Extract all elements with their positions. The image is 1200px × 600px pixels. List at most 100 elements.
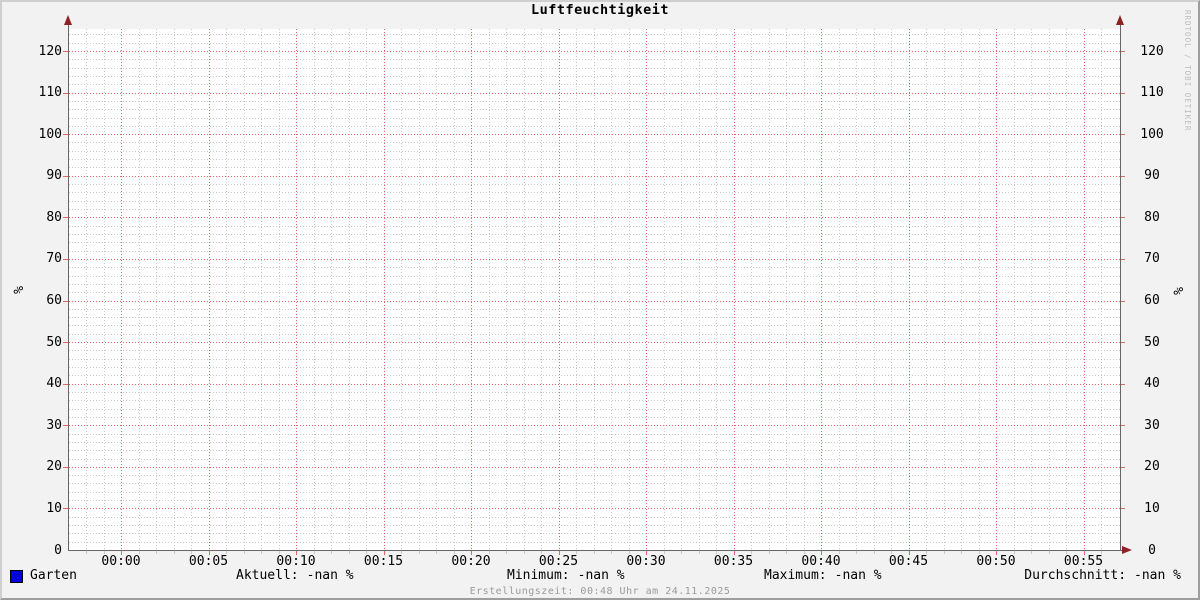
y-tick-label: 90 (46, 168, 62, 184)
y-tick-label: 110 (1140, 85, 1164, 101)
minor-vgridline (838, 29, 840, 550)
minor-vgridline (611, 29, 612, 550)
stat-aktuell-value: -nan % (306, 568, 354, 583)
minor-vgridline (681, 29, 682, 550)
minor-vgridline (348, 29, 350, 550)
stat-maximum-value: -nan % (834, 568, 882, 583)
rrdtool-watermark: RRDTOOL / TOBI OETIKER (1183, 10, 1192, 132)
major-vgridline (996, 29, 997, 550)
major-vgridline (471, 29, 472, 550)
minor-vgridline (261, 29, 262, 550)
y-tick-label: 80 (46, 209, 62, 225)
y-axis-right-line (1120, 20, 1121, 551)
minor-vgridline (436, 29, 437, 550)
major-hgridline (63, 425, 1125, 427)
y-tick-label: 100 (38, 126, 62, 142)
y-tick-label: 0 (1148, 542, 1156, 558)
y-tick-label: 60 (46, 293, 62, 308)
minor-vgridline (628, 29, 630, 550)
minor-vgridline (331, 29, 332, 550)
y-tick-label: 60 (1144, 293, 1160, 308)
y-tick-label: 50 (46, 334, 62, 350)
major-vgridline (733, 29, 735, 550)
minor-vgridline (961, 29, 962, 550)
x-tick-label: 00:05 (188, 554, 229, 569)
minor-vgridline (488, 29, 490, 550)
y-tick-label: 80 (1144, 209, 1160, 225)
y-tick-label: 40 (46, 376, 62, 392)
minor-vgridline (1048, 29, 1050, 550)
major-vgridline (208, 29, 210, 550)
minor-vgridline (978, 29, 980, 550)
minor-vgridline (1013, 29, 1015, 550)
minor-vgridline (156, 29, 157, 550)
minor-vgridline (803, 29, 805, 550)
minor-tick-bottom (418, 551, 420, 554)
y-axis-left-arrow-icon (64, 15, 72, 25)
minor-vgridline (453, 29, 455, 550)
stat-minimum-value: -nan % (577, 568, 625, 583)
x-tick-label: 00:20 (451, 554, 491, 569)
y-tick-label: 30 (46, 417, 62, 433)
minor-vgridline (401, 29, 402, 550)
minor-vgridline (523, 29, 525, 550)
series-legend-label: Garten (30, 568, 77, 583)
x-axis-line (68, 550, 1122, 551)
major-hgridline (63, 92, 1125, 94)
major-hgridline (63, 383, 1125, 385)
major-hgridline (63, 300, 1125, 302)
y-tick-label: 120 (38, 43, 62, 59)
minor-vgridline (278, 29, 280, 550)
minor-vgridline (873, 29, 875, 550)
minor-vgridline (751, 29, 752, 550)
minor-vgridline (943, 29, 945, 550)
y-axis-unit-label-left: % (12, 286, 27, 294)
major-vgridline (1083, 29, 1085, 550)
minor-vgridline (1101, 29, 1102, 550)
major-hgridline (63, 342, 1125, 344)
minor-tick-bottom (856, 551, 857, 554)
y-tick-label: 120 (1140, 43, 1164, 59)
minor-tick-bottom (943, 551, 945, 554)
minor-vgridline (926, 29, 927, 550)
stat-aktuell: Aktuell: -nan % (236, 568, 354, 583)
minor-vgridline (856, 29, 857, 550)
y-tick-label: 70 (1144, 251, 1160, 267)
minor-vgridline (313, 29, 315, 550)
y-tick-label: 70 (46, 251, 62, 267)
y-tick-label: 10 (1144, 500, 1160, 516)
minor-vgridline (541, 29, 542, 550)
minor-vgridline (891, 29, 892, 550)
rrdtool-graph: Luftfeuchtigkeit 0 0 10 10 20 20 30 30 40 40 50 50 6… (0, 0, 1200, 600)
y-tick-label: 0 (54, 542, 62, 558)
minor-vgridline (226, 29, 227, 550)
minor-vgridline (86, 29, 87, 550)
minor-vgridline (506, 29, 507, 550)
y-tick-label: 110 (38, 85, 62, 101)
x-tick-label: 00:00 (101, 554, 141, 569)
stat-maximum-label: Maximum: (764, 568, 827, 583)
y-tick-label: 90 (1144, 168, 1160, 184)
minor-vgridline (716, 29, 717, 550)
minor-tick-bottom (506, 551, 507, 554)
x-axis-arrow-icon (1122, 546, 1132, 554)
x-tick-label: 00:45 (888, 554, 929, 569)
minor-tick-bottom (593, 551, 595, 554)
x-tick-label: 00:35 (713, 554, 754, 569)
minor-vgridline (593, 29, 595, 550)
minor-vgridline (103, 29, 105, 550)
major-vgridline (646, 29, 647, 550)
minor-tick-bottom (1031, 551, 1032, 554)
x-tick-label: 00:25 (538, 554, 579, 569)
minor-tick-bottom (331, 551, 332, 554)
major-hgridline (63, 508, 1125, 510)
minor-vgridline (768, 29, 770, 550)
major-vgridline (383, 29, 385, 550)
major-vgridline (821, 29, 822, 550)
minor-vgridline (173, 29, 175, 550)
minor-vgridline (243, 29, 245, 550)
stat-durchschnitt-label: Durchschnitt: (1024, 568, 1127, 583)
y-axis-left-line (68, 20, 69, 551)
y-tick-label: 50 (1144, 334, 1160, 350)
x-tick-label: 00:50 (976, 554, 1016, 569)
